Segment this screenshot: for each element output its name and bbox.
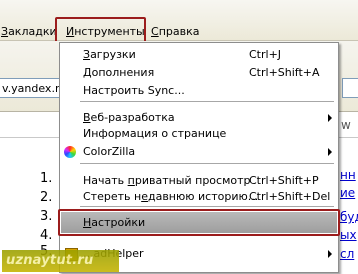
address-text: v.yandex.ru <box>2 82 62 95</box>
menu-bookmarks-label: акладки <box>8 25 57 38</box>
menu-separator <box>80 206 334 207</box>
site-watermark: uznaytut.ru <box>2 250 119 272</box>
private-accesskey: п <box>127 174 135 187</box>
sync-label: Настроить Sync... <box>83 84 185 97</box>
pageinfo-label: Информация о странице <box>83 127 227 140</box>
menu-bookmarks[interactable]: Закладки <box>1 24 57 40</box>
private-text: риватный просмотр <box>134 174 251 187</box>
list-item-number: 2. <box>40 190 53 205</box>
watermark-text: uznaytut.ru <box>6 253 94 268</box>
clear-shortcut: Ctrl+Shift+Del <box>249 190 331 203</box>
addons-text: ополнения <box>91 66 155 79</box>
submenu-arrow-icon <box>328 114 332 122</box>
settings-highlight-frame <box>58 209 340 236</box>
menu-separator <box>80 101 334 102</box>
page-link[interactable]: буд <box>340 210 358 224</box>
addons-accesskey: Д <box>83 66 92 79</box>
menu-item-colorzilla[interactable]: ColorZilla <box>60 143 338 161</box>
page-link[interactable]: ие <box>340 186 355 200</box>
menu-help-accesskey: С <box>151 25 159 38</box>
webdev-accesskey: В <box>83 111 91 124</box>
addons-shortcut: Ctrl+Shift+A <box>249 66 320 79</box>
colorzilla-label: ColorZilla <box>83 145 136 158</box>
tools-dropdown-menu: Загрузки Ctrl+J Дополнения Ctrl+Shift+A … <box>59 42 339 273</box>
page-link[interactable]: нн <box>340 168 356 182</box>
submenu-arrow-icon <box>328 148 332 156</box>
list-item-number: 4. <box>40 228 53 243</box>
address-bar[interactable]: v.yandex.ru <box>0 78 62 98</box>
search-box-edge[interactable] <box>342 78 358 98</box>
menu-item-sync[interactable]: Настроить Sync... <box>60 82 338 100</box>
private-text-pre: Начать <box>83 174 128 187</box>
addons-label: Дополнения <box>83 64 154 82</box>
submenu-arrow-icon <box>328 250 332 258</box>
menu-item-addons[interactable]: Дополнения Ctrl+Shift+A <box>60 64 338 82</box>
downloads-accesskey: З <box>83 48 91 61</box>
colorzilla-icon <box>64 146 76 158</box>
downloads-label: Загрузки <box>83 46 136 64</box>
toolbar-tail-text: w <box>341 118 351 132</box>
menu-item-downloads[interactable]: Загрузки Ctrl+J <box>60 46 338 64</box>
menu-help-label: правка <box>158 25 200 38</box>
clear-accesskey: е <box>141 190 148 203</box>
menu-item-clear-history[interactable]: Стереть недавнюю историю... Ctrl+Shift+D… <box>60 188 338 206</box>
webdev-text: еб-разработка <box>90 111 175 124</box>
list-item-number: 3. <box>40 209 53 224</box>
menu-bar: Закладки Инструменты Справка <box>0 0 358 41</box>
list-item-number: 1. <box>40 171 53 186</box>
page-link[interactable]: ых <box>340 228 357 242</box>
menu-separator <box>80 163 334 164</box>
page-link[interactable]: сл <box>340 247 354 261</box>
downloads-text: агрузки <box>90 48 136 61</box>
downloads-shortcut: Ctrl+J <box>249 48 282 61</box>
clear-text: давнюю историю... <box>147 190 259 203</box>
menu-help[interactable]: Справка <box>151 24 199 40</box>
clear-label: Стереть недавнюю историю... <box>83 188 258 206</box>
clear-text-pre: Стереть н <box>83 190 142 203</box>
menu-item-page-info[interactable]: Информация о странице <box>60 125 338 143</box>
menu-bookmarks-accesskey: З <box>1 25 9 38</box>
